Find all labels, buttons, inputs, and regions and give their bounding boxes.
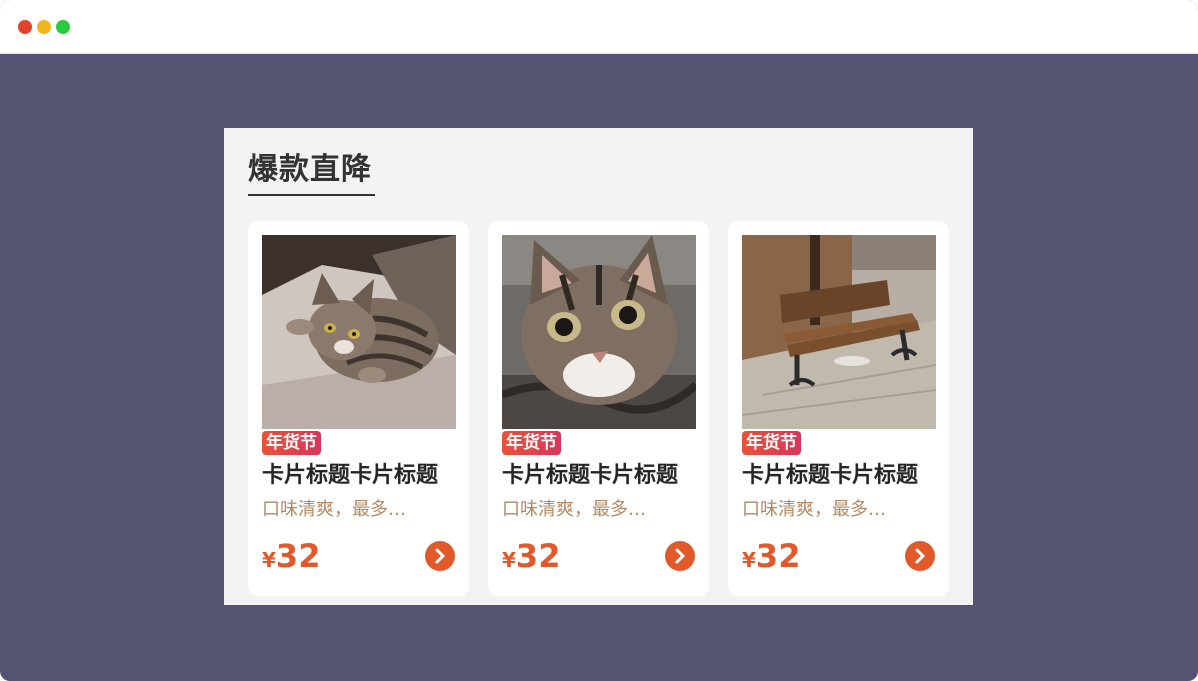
- price-value: 32: [515, 537, 561, 575]
- go-detail-button[interactable]: [665, 541, 695, 571]
- card-title[interactable]: 卡片标题卡片标题: [502, 461, 702, 491]
- hot-deals-section: 爆款直降 年货节 卡片标题卡片标题 口味清爽，最多… ¥32 年货节 卡片标题卡…: [224, 128, 973, 605]
- section-title-underline: [248, 194, 375, 196]
- chevron-right-icon: [435, 548, 445, 564]
- card-price: ¥32: [502, 536, 560, 582]
- close-window-button[interactable]: [18, 20, 32, 34]
- section-title: 爆款直降: [248, 152, 372, 187]
- go-detail-button[interactable]: [425, 541, 455, 571]
- chevron-right-icon: [915, 548, 925, 564]
- promo-badge: 年货节: [742, 431, 801, 455]
- promo-badge: 年货节: [502, 431, 561, 455]
- card-price: ¥32: [262, 536, 320, 582]
- card-description: 口味清爽，最多…: [502, 499, 646, 520]
- product-card[interactable]: 年货节 卡片标题卡片标题 口味清爽，最多… ¥32: [488, 221, 709, 596]
- product-image-kitten-face[interactable]: [502, 235, 696, 429]
- chevron-right-icon: [675, 548, 685, 564]
- product-image-kitten-lying[interactable]: [262, 235, 456, 429]
- product-image-bench[interactable]: [742, 235, 936, 429]
- minimize-window-button[interactable]: [37, 20, 51, 34]
- card-title[interactable]: 卡片标题卡片标题: [262, 461, 462, 491]
- price-value: 32: [275, 537, 321, 575]
- go-detail-button[interactable]: [905, 541, 935, 571]
- card-title[interactable]: 卡片标题卡片标题: [742, 461, 942, 491]
- card-description: 口味清爽，最多…: [742, 499, 886, 520]
- promo-badge: 年货节: [262, 431, 321, 455]
- maximize-window-button[interactable]: [56, 20, 70, 34]
- window-titlebar: [0, 0, 1198, 54]
- product-card[interactable]: 年货节 卡片标题卡片标题 口味清爽，最多… ¥32: [248, 221, 469, 596]
- card-price: ¥32: [742, 536, 800, 582]
- currency-symbol: ¥: [262, 548, 276, 572]
- card-description: 口味清爽，最多…: [262, 499, 406, 520]
- currency-symbol: ¥: [742, 548, 756, 572]
- product-card[interactable]: 年货节 卡片标题卡片标题 口味清爽，最多… ¥32: [728, 221, 949, 596]
- price-value: 32: [755, 537, 801, 575]
- currency-symbol: ¥: [502, 548, 516, 572]
- browser-window: 爆款直降 年货节 卡片标题卡片标题 口味清爽，最多… ¥32 年货节 卡片标题卡…: [0, 0, 1198, 681]
